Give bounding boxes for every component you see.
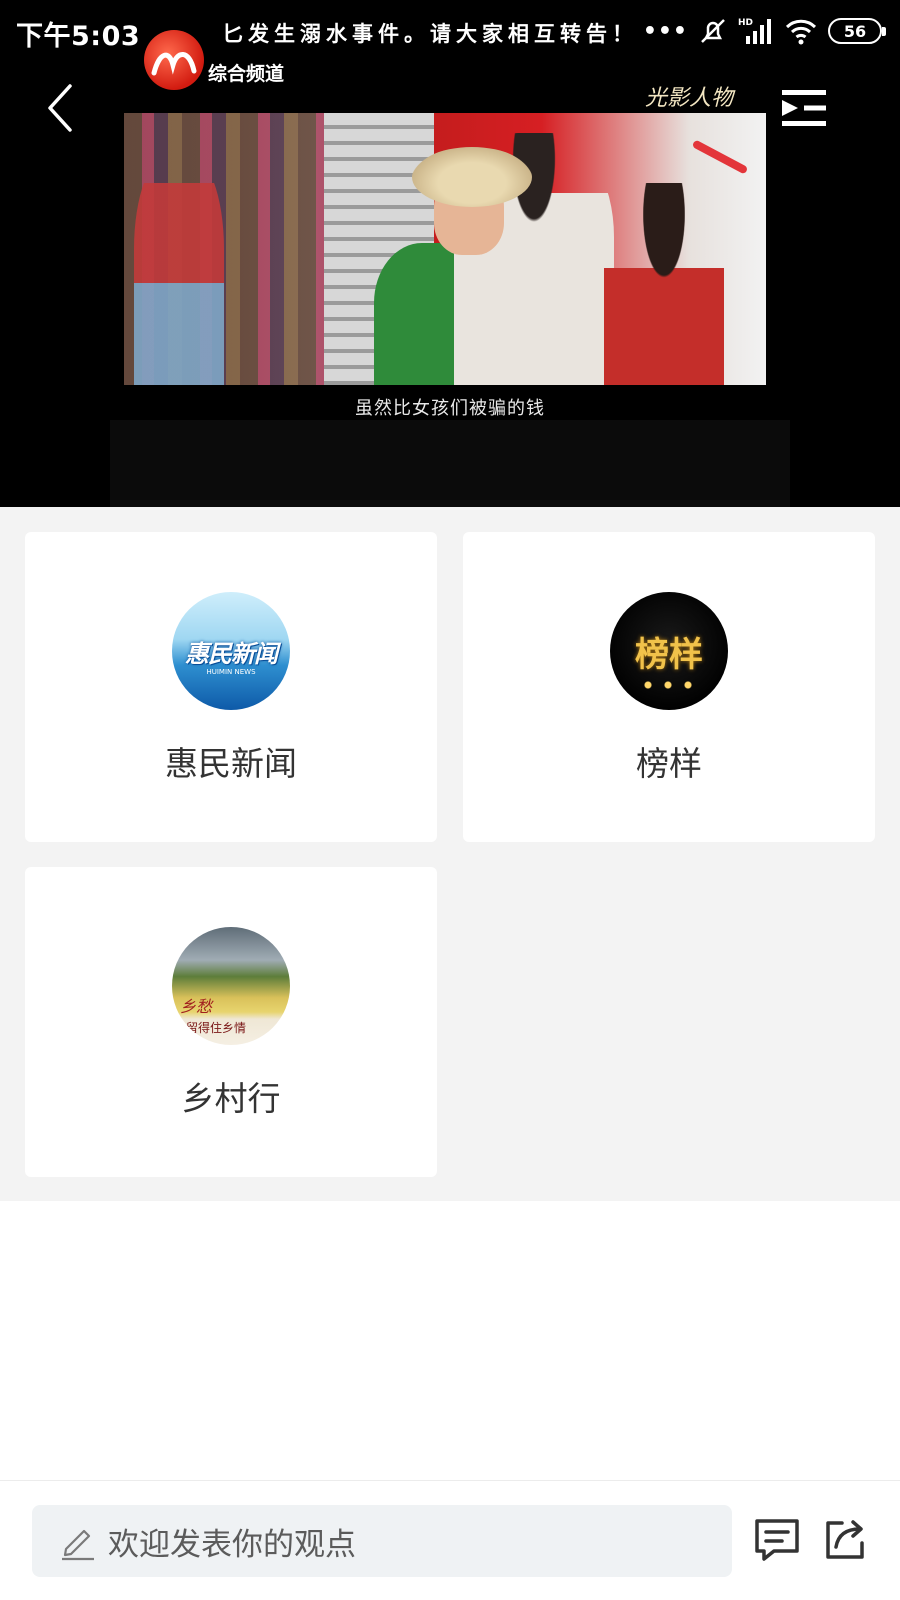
frame-figure-left	[134, 153, 224, 385]
avatar-text: 惠民新闻	[185, 639, 278, 668]
status-bar: 下午5:03 ••• HD 56	[0, 0, 900, 64]
status-time: 下午5:03	[16, 21, 141, 52]
bangyang-avatar: 榜样	[610, 592, 728, 710]
wifi-icon	[785, 19, 817, 45]
hd-signal-icon: HD	[738, 18, 771, 44]
comment-icon	[755, 1519, 799, 1561]
status-more-dots: •••	[642, 18, 688, 44]
avatar-subtext: HUIMIN NEWS	[206, 668, 256, 676]
comment-input[interactable]: 欢迎发表你的观点	[32, 1505, 732, 1577]
share-button[interactable]	[820, 1515, 870, 1565]
comment-placeholder: 欢迎发表你的观点	[108, 1526, 356, 1563]
program-title: 乡村行	[181, 1079, 281, 1118]
playlist-button[interactable]	[782, 86, 830, 130]
alarm-off-icon	[701, 19, 725, 43]
frame-arrow	[691, 139, 749, 175]
huimin-news-avatar: 惠民新闻 HUIMIN NEWS	[172, 592, 290, 710]
avatar-text: 乡愁	[180, 997, 213, 1016]
program-grid: 惠民新闻 HUIMIN NEWS 惠民新闻 榜样 榜样 乡愁 留得住乡情 乡村行	[0, 507, 900, 1201]
pencil-icon	[62, 1529, 94, 1561]
chevron-left-icon	[48, 84, 72, 132]
video-player[interactable]: 光影人物 虽然比女孩们被骗的钱 综合频道 匕发生溺水事件。请大家相互转告！ 下午…	[0, 0, 900, 507]
program-card-xiangcunxing[interactable]: 乡愁 留得住乡情 乡村行	[25, 867, 437, 1177]
program-title: 榜样	[636, 744, 702, 783]
battery-icon: 56	[828, 18, 886, 44]
frame-figure-hat	[412, 147, 532, 207]
share-icon	[826, 1520, 864, 1559]
video-subtitle: 虽然比女孩们被骗的钱	[355, 398, 545, 419]
video-frame[interactable]	[124, 113, 766, 385]
svg-text:HD: HD	[738, 18, 753, 28]
comment-bar: 欢迎发表你的观点	[0, 1480, 900, 1600]
xiangcunxing-avatar: 乡愁 留得住乡情	[172, 927, 290, 1045]
status-icons: ••• HD 56	[642, 14, 886, 48]
avatar-text: 榜样	[635, 634, 703, 675]
battery-level: 56	[843, 21, 867, 41]
frame-figure-right	[604, 183, 724, 385]
comment-button[interactable]	[752, 1515, 802, 1565]
avatar-lights	[638, 680, 698, 690]
program-title: 惠民新闻	[165, 744, 297, 783]
back-button[interactable]	[38, 78, 90, 138]
avatar-subtext: 留得住乡情	[186, 1021, 247, 1035]
video-watermark: 光影人物	[645, 86, 734, 111]
playlist-icon	[782, 90, 826, 126]
program-card-bangyang[interactable]: 榜样 榜样	[463, 532, 875, 842]
program-card-huimin-news[interactable]: 惠民新闻 HUIMIN NEWS 惠民新闻	[25, 532, 437, 842]
video-letterbox	[110, 420, 790, 507]
